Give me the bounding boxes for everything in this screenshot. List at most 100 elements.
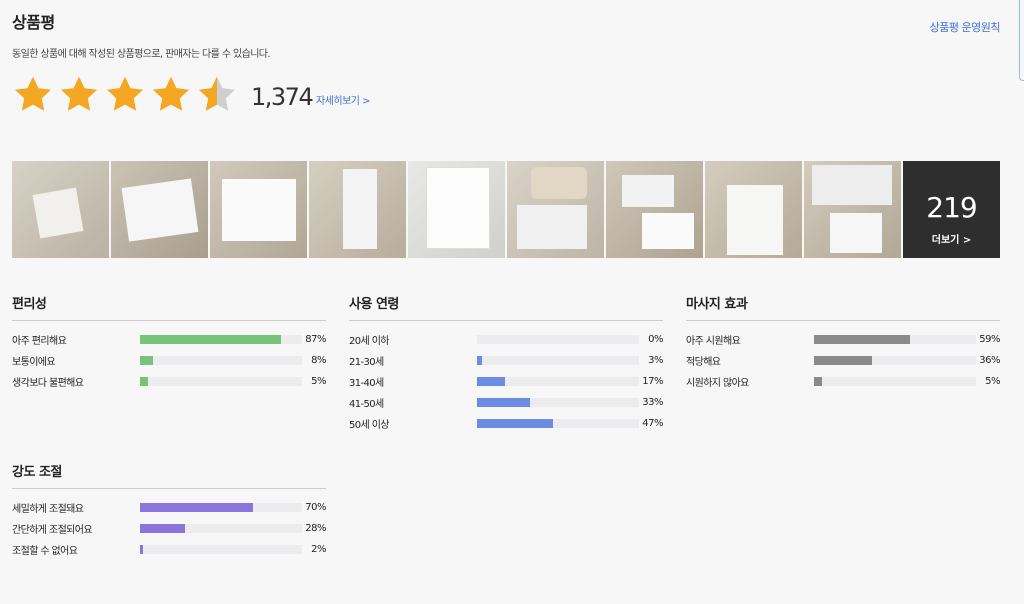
bar-fill xyxy=(140,545,144,554)
survey-row: 아주 편리해요 87% xyxy=(12,329,326,350)
bar-track xyxy=(140,335,302,344)
bar-fill xyxy=(477,356,482,365)
row-label: 31-40세 xyxy=(349,378,384,389)
photo-thumbnail[interactable] xyxy=(804,161,901,258)
bar-track xyxy=(140,503,302,512)
row-label: 시원하지 않아요 xyxy=(686,378,749,389)
survey-intensity: 강도 조절 세밀하게 조절돼요 70% 간단하게 조절되어요 28% 조절할 수 없… xyxy=(12,461,326,560)
survey-row: 세밀하게 조절돼요 70% xyxy=(12,497,326,518)
survey-row: 20세 이하 0% xyxy=(349,329,663,350)
photo-thumbnail[interactable] xyxy=(507,161,604,258)
bar-track xyxy=(477,356,639,365)
section-title: 편리성 xyxy=(12,297,47,312)
bar-fill xyxy=(814,335,910,344)
star-icon xyxy=(60,76,98,111)
divider xyxy=(12,320,326,321)
row-percent: 47% xyxy=(642,418,663,429)
more-photos-button[interactable]: 219 더보기 > xyxy=(903,161,1000,258)
review-count: 1,374 xyxy=(251,83,314,111)
survey-row: 간단하게 조절되어요 28% xyxy=(12,518,326,539)
survey-age: 사용 연령 20세 이하 0% 21-30세 3% 31-40세 17% 41-50세… xyxy=(349,293,663,434)
divider xyxy=(686,320,1000,321)
detail-link[interactable]: 자세히보기 > xyxy=(316,92,371,107)
star-icon xyxy=(152,76,190,111)
row-label: 조절할 수 없어요 xyxy=(12,546,78,557)
star-icon xyxy=(14,76,52,111)
bar-fill xyxy=(140,377,149,386)
row-label: 20세 이하 xyxy=(349,336,390,347)
bar-track xyxy=(140,524,302,533)
photo-thumbnail[interactable] xyxy=(111,161,208,258)
row-label: 아주 편리해요 xyxy=(12,336,67,347)
photo-thumbnail[interactable] xyxy=(705,161,802,258)
half-star-icon xyxy=(198,76,236,111)
bar-fill xyxy=(814,377,823,386)
row-percent: 5% xyxy=(311,376,326,387)
bar-track xyxy=(477,377,639,386)
survey-row: 31-40세 17% xyxy=(349,371,663,392)
row-label: 적당해요 xyxy=(686,357,721,368)
bar-fill xyxy=(477,398,531,407)
row-percent: 0% xyxy=(648,334,663,345)
row-percent: 36% xyxy=(979,355,1000,366)
row-label: 생각보다 불편해요 xyxy=(12,378,84,389)
row-percent: 8% xyxy=(311,355,326,366)
photo-thumbnail[interactable] xyxy=(309,161,406,258)
page-title: 상품평 xyxy=(12,13,55,32)
review-summary: 상품평 상품평 운영원칙 동일한 상품에 대해 작성된 상품평으로, 판매자는 … xyxy=(12,0,1012,604)
row-percent: 5% xyxy=(985,376,1000,387)
survey-convenience: 편리성 아주 편리해요 87% 보통이에요 8% 생각보다 불편해요 5% xyxy=(12,293,326,392)
row-label: 21-30세 xyxy=(349,357,384,368)
survey-row: 생각보다 불편해요 5% xyxy=(12,371,326,392)
row-label: 보통이에요 xyxy=(12,357,56,368)
row-label: 아주 시원해요 xyxy=(686,336,741,347)
bar-track xyxy=(140,377,302,386)
row-label: 41-50세 xyxy=(349,399,384,410)
bar-fill xyxy=(140,524,186,533)
survey-row: 시원하지 않아요 5% xyxy=(686,371,1000,392)
bar-fill xyxy=(140,503,254,512)
bar-track xyxy=(477,398,639,407)
row-percent: 17% xyxy=(642,376,663,387)
photo-thumbnail[interactable] xyxy=(210,161,307,258)
section-title: 사용 연령 xyxy=(349,297,399,312)
bar-fill xyxy=(140,356,153,365)
bar-track xyxy=(477,419,639,428)
row-percent: 59% xyxy=(979,334,1000,345)
row-percent: 2% xyxy=(311,544,326,555)
bar-fill xyxy=(140,335,281,344)
review-description: 동일한 상품에 대해 작성된 상품평으로, 판매자는 다를 수 있습니다. xyxy=(12,49,271,60)
survey-row: 아주 시원해요 59% xyxy=(686,329,1000,350)
row-label: 간단하게 조절되어요 xyxy=(12,525,93,536)
row-percent: 3% xyxy=(648,355,663,366)
bar-track xyxy=(140,545,302,554)
row-label: 세밀하게 조절돼요 xyxy=(12,504,84,515)
bar-fill xyxy=(477,419,554,428)
divider xyxy=(349,320,663,321)
more-photos-count: 219 xyxy=(926,191,977,224)
survey-row: 21-30세 3% xyxy=(349,350,663,371)
survey-row: 50세 이상 47% xyxy=(349,413,663,434)
bar-track xyxy=(477,335,639,344)
star-icon xyxy=(106,76,144,111)
survey-row: 적당해요 36% xyxy=(686,350,1000,371)
bar-fill xyxy=(814,356,873,365)
review-policy-link[interactable]: 상품평 운영원칙 xyxy=(930,19,1001,35)
bar-track xyxy=(814,356,976,365)
photo-thumbnail[interactable] xyxy=(12,161,109,258)
bar-track xyxy=(140,356,302,365)
more-photos-label: 더보기 > xyxy=(931,235,972,246)
star-rating xyxy=(12,74,238,118)
row-percent: 28% xyxy=(305,523,326,534)
survey-row: 보통이에요 8% xyxy=(12,350,326,371)
survey-massage-effect: 마사지 효과 아주 시원해요 59% 적당해요 36% 시원하지 않아요 5% xyxy=(686,293,1000,392)
bar-track xyxy=(814,335,976,344)
photo-review-strip: 219 더보기 > xyxy=(12,161,1000,258)
survey-row: 41-50세 33% xyxy=(349,392,663,413)
row-percent: 33% xyxy=(642,397,663,408)
bar-fill xyxy=(477,377,505,386)
photo-thumbnail[interactable] xyxy=(408,161,505,258)
photo-thumbnail[interactable] xyxy=(606,161,703,258)
divider xyxy=(12,488,326,489)
section-title: 강도 조절 xyxy=(12,465,62,480)
